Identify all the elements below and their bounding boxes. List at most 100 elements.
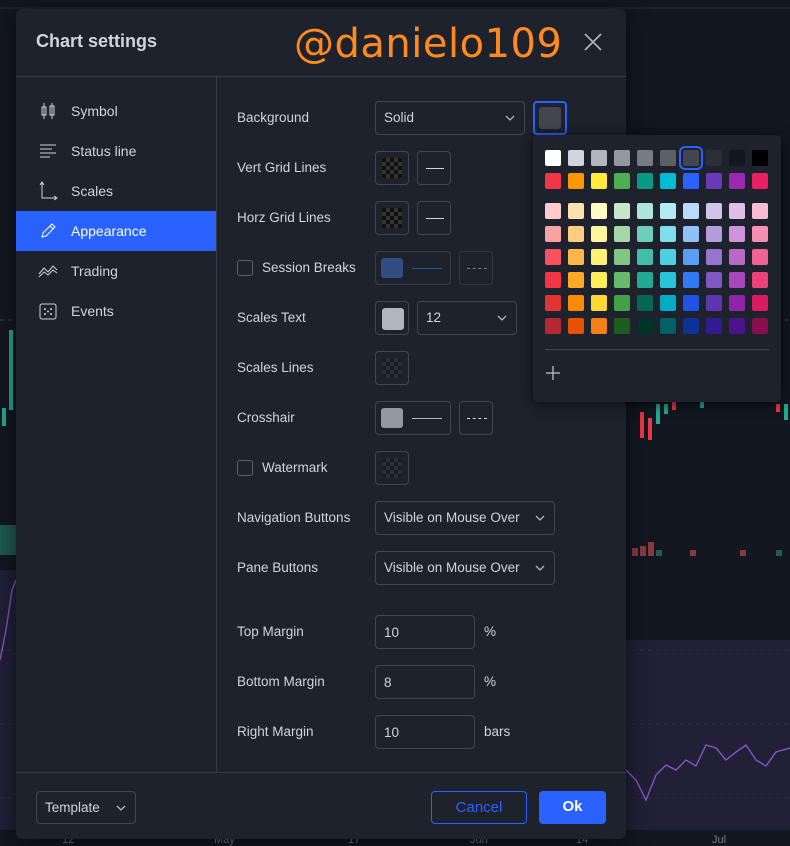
palette-color-swatch[interactable] [752,295,768,311]
palette-color-swatch[interactable] [614,150,630,166]
palette-color-swatch[interactable] [752,173,768,189]
crosshair-color-swatch[interactable] [375,401,451,435]
cancel-button[interactable]: Cancel [431,791,527,824]
watermark-color-swatch[interactable] [375,451,409,485]
palette-color-swatch[interactable] [729,226,745,242]
palette-color-swatch[interactable] [706,226,722,242]
vert-grid-line-style-button[interactable] [417,151,451,185]
horz-grid-line-style-button[interactable] [417,201,451,235]
watermark-checkbox[interactable] [237,460,253,476]
palette-color-swatch[interactable] [729,318,745,334]
palette-color-swatch[interactable] [729,203,745,219]
palette-color-swatch[interactable] [591,173,607,189]
palette-color-swatch[interactable] [545,272,561,288]
palette-color-swatch[interactable] [637,150,653,166]
palette-color-swatch[interactable] [545,203,561,219]
palette-color-swatch[interactable] [706,203,722,219]
palette-color-swatch[interactable] [706,150,722,166]
palette-color-swatch[interactable] [706,173,722,189]
palette-color-swatch[interactable] [591,318,607,334]
palette-color-swatch[interactable] [545,226,561,242]
palette-color-swatch[interactable] [729,150,745,166]
session-breaks-checkbox[interactable] [237,260,253,276]
background-color-swatch[interactable] [533,101,567,135]
vert-grid-color-swatch[interactable] [375,151,409,185]
navigation-buttons-select[interactable]: Visible on Mouse Over [375,501,555,535]
template-select[interactable]: Template [36,791,136,824]
palette-color-swatch[interactable] [729,272,745,288]
palette-color-swatch[interactable] [637,203,653,219]
palette-color-swatch[interactable] [637,173,653,189]
palette-color-swatch[interactable] [660,295,676,311]
palette-color-swatch[interactable] [660,272,676,288]
scales-lines-color-swatch[interactable] [375,351,409,385]
palette-color-swatch[interactable] [614,295,630,311]
scales-text-color-swatch[interactable] [375,301,409,335]
sidebar-item-status-line[interactable]: Status line [16,131,216,171]
palette-color-swatch[interactable] [614,226,630,242]
palette-color-swatch[interactable] [683,272,699,288]
palette-color-swatch[interactable] [637,226,653,242]
sidebar-item-trading[interactable]: Trading [16,251,216,291]
palette-color-swatch[interactable] [568,173,584,189]
palette-color-swatch[interactable] [660,203,676,219]
palette-color-swatch[interactable] [637,249,653,265]
palette-color-swatch[interactable] [729,295,745,311]
session-breaks-color-swatch[interactable] [375,251,451,285]
palette-color-swatch[interactable] [614,173,630,189]
palette-color-swatch[interactable] [752,318,768,334]
palette-color-swatch[interactable] [545,249,561,265]
palette-color-swatch[interactable] [591,295,607,311]
palette-color-swatch[interactable] [683,249,699,265]
background-type-select[interactable]: Solid [375,101,525,135]
palette-color-swatch[interactable] [545,295,561,311]
palette-color-swatch[interactable] [706,272,722,288]
palette-color-swatch[interactable] [660,249,676,265]
palette-color-swatch[interactable] [591,272,607,288]
palette-color-swatch[interactable] [706,295,722,311]
palette-color-swatch[interactable] [568,249,584,265]
palette-color-swatch[interactable] [683,173,699,189]
palette-color-swatch[interactable] [568,295,584,311]
palette-color-swatch[interactable] [614,272,630,288]
palette-color-swatch[interactable] [752,249,768,265]
palette-color-swatch[interactable] [660,150,676,166]
right-margin-input[interactable] [375,715,475,749]
palette-color-swatch[interactable] [706,318,722,334]
palette-color-swatch[interactable] [683,295,699,311]
palette-color-swatch[interactable] [637,272,653,288]
palette-color-swatch[interactable] [545,150,561,166]
palette-color-swatch[interactable] [706,249,722,265]
palette-color-swatch[interactable] [591,150,607,166]
pane-buttons-select[interactable]: Visible on Mouse Over [375,551,555,585]
sidebar-item-symbol[interactable]: Symbol [16,91,216,131]
scales-text-size-select[interactable]: 12 [417,301,517,335]
palette-color-swatch[interactable] [729,173,745,189]
session-breaks-line-style-button[interactable] [459,251,493,285]
palette-color-swatch[interactable] [729,249,745,265]
palette-color-swatch[interactable] [752,150,768,166]
palette-color-swatch[interactable] [683,318,699,334]
palette-color-swatch[interactable] [660,173,676,189]
palette-color-swatch[interactable] [637,318,653,334]
palette-color-swatch[interactable] [614,249,630,265]
palette-color-swatch[interactable] [660,318,676,334]
sidebar-item-appearance[interactable]: Appearance [16,211,216,251]
bottom-margin-input[interactable] [375,665,475,699]
palette-color-swatch[interactable] [591,203,607,219]
horz-grid-color-swatch[interactable] [375,201,409,235]
palette-color-swatch[interactable] [683,226,699,242]
palette-color-swatch[interactable] [545,318,561,334]
palette-color-swatch[interactable] [637,295,653,311]
sidebar-item-scales[interactable]: Scales [16,171,216,211]
palette-color-swatch[interactable] [614,318,630,334]
palette-color-swatch[interactable] [614,203,630,219]
palette-color-swatch[interactable] [683,203,699,219]
palette-color-swatch[interactable] [568,272,584,288]
ok-button[interactable]: Ok [539,791,606,824]
palette-color-swatch[interactable] [568,318,584,334]
top-margin-input[interactable] [375,615,475,649]
palette-color-swatch[interactable] [752,203,768,219]
palette-color-swatch[interactable] [752,272,768,288]
palette-color-swatch[interactable] [679,146,703,170]
